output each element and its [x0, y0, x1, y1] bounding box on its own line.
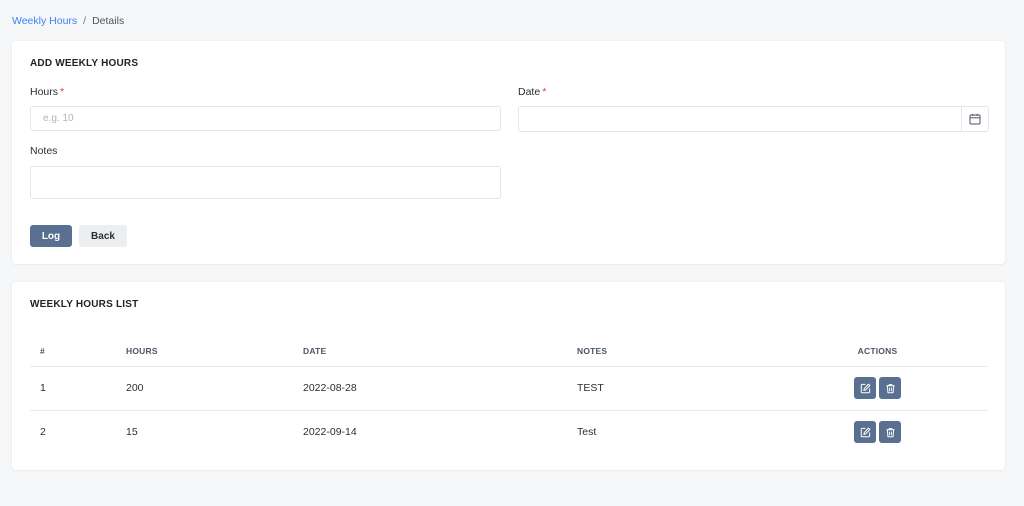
row-actions — [767, 410, 988, 454]
hours-required-mark: * — [60, 86, 65, 98]
breadcrumb: Weekly Hours / Details — [12, 15, 124, 27]
add-weekly-hours-title: ADD WEEKLY HOURS — [30, 58, 139, 69]
date-required-mark: * — [542, 86, 547, 98]
calendar-button[interactable] — [961, 106, 989, 132]
row-date: 2022-08-28 — [303, 366, 577, 411]
table-header-row: # HOURS DATE NOTES ACTIONS — [30, 336, 988, 367]
row-notes: TEST — [577, 366, 767, 411]
date-label-text: Date — [518, 86, 541, 98]
notes-textarea[interactable] — [30, 166, 501, 199]
trash-icon — [885, 383, 895, 393]
hours-input[interactable] — [30, 106, 501, 131]
column-header-actions: ACTIONS — [767, 336, 988, 367]
date-label: Date * — [518, 86, 546, 98]
weekly-hours-list-card: WEEKLY HOURS LIST # HOURS DATE NOTES ACT… — [12, 282, 1005, 470]
column-header-date: DATE — [303, 336, 577, 367]
edit-icon — [860, 383, 870, 393]
table-row: 1 200 2022-08-28 TEST — [30, 366, 988, 411]
row-hours: 200 — [126, 366, 303, 411]
table-row: 2 15 2022-09-14 Test — [30, 410, 988, 454]
date-input[interactable] — [518, 106, 962, 132]
edit-button[interactable] — [854, 421, 876, 444]
row-hours: 15 — [126, 426, 138, 439]
row-actions — [767, 366, 988, 411]
delete-button[interactable] — [879, 377, 901, 399]
column-header-index: # — [30, 336, 126, 367]
trash-icon — [885, 427, 895, 437]
calendar-icon — [969, 113, 981, 125]
row-index: 1 — [30, 366, 126, 411]
weekly-hours-list-title: WEEKLY HOURS LIST — [30, 299, 139, 310]
column-header-notes: NOTES — [577, 336, 767, 367]
breadcrumb-weekly-hours-link[interactable]: Weekly Hours — [12, 15, 77, 27]
row-date: 2022-09-14 — [303, 426, 357, 439]
row-notes: Test — [577, 426, 597, 439]
row-index: 2 — [40, 426, 46, 439]
delete-button[interactable] — [879, 421, 901, 444]
hours-label-text: Hours — [30, 86, 59, 98]
edit-button[interactable] — [854, 377, 876, 399]
log-button[interactable]: Log — [30, 225, 72, 247]
weekly-hours-table: # HOURS DATE NOTES ACTIONS 1 200 2022-08… — [30, 336, 988, 454]
add-weekly-hours-card: ADD WEEKLY HOURS Hours* Date* Notes Log … — [12, 41, 1005, 264]
column-header-hours: HOURS — [126, 336, 303, 367]
back-button[interactable]: Back — [79, 225, 127, 247]
notes-label: Notes — [30, 145, 58, 157]
breadcrumb-current: Details — [92, 15, 125, 27]
breadcrumb-separator: / — [83, 15, 87, 27]
date-picker — [518, 106, 989, 132]
edit-icon — [860, 427, 870, 437]
hours-label: Hours * — [30, 86, 64, 98]
